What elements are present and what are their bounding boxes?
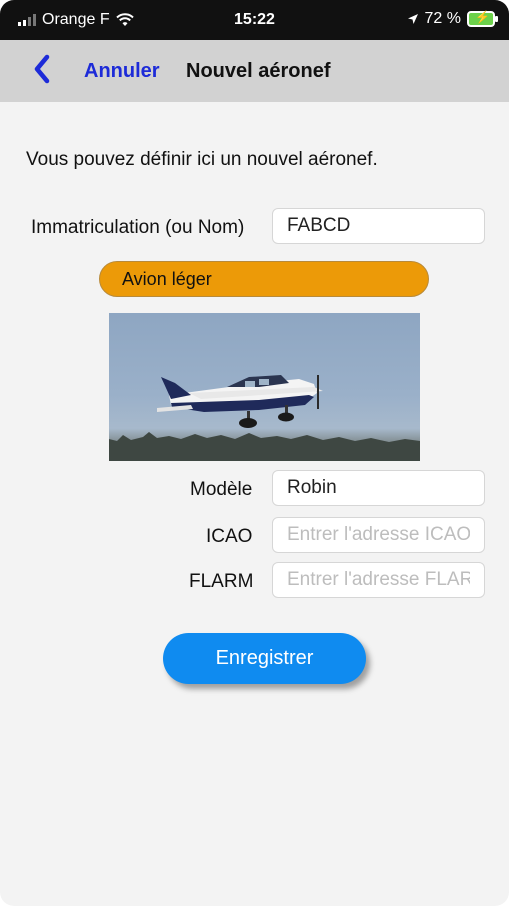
phone-screen: Orange F 15:22 72 % ⚡ Annuler Nouvel aér… [0, 0, 509, 906]
navigation-bar: Annuler Nouvel aéronef [0, 40, 509, 102]
status-right: 72 % ⚡ [407, 10, 498, 28]
battery-icon: ⚡ [467, 10, 498, 27]
page-title: Nouvel aéronef [186, 60, 331, 82]
model-label: Modèle [190, 479, 253, 500]
flarm-label: FLARM [189, 571, 254, 592]
status-bar: Orange F 15:22 72 % ⚡ [0, 0, 509, 40]
intro-text: Vous pouvez définir ici un nouvel aérone… [26, 149, 378, 170]
aircraft-photo [109, 313, 420, 461]
aircraft-type-selector[interactable]: Avion léger [99, 261, 429, 297]
registration-label: Immatriculation (ou Nom) [31, 217, 245, 238]
battery-percent: 72 % [424, 10, 461, 27]
airplane-image [109, 375, 420, 461]
cancel-button[interactable]: Annuler [84, 60, 160, 83]
flarm-input[interactable] [272, 562, 485, 598]
chevron-left-icon[interactable] [32, 54, 52, 84]
save-button[interactable]: Enregistrer [163, 633, 366, 684]
location-arrow-icon [407, 14, 418, 24]
icao-input[interactable] [272, 517, 485, 553]
icao-label: ICAO [206, 526, 253, 547]
model-input[interactable] [272, 470, 485, 506]
registration-input[interactable] [272, 208, 485, 244]
